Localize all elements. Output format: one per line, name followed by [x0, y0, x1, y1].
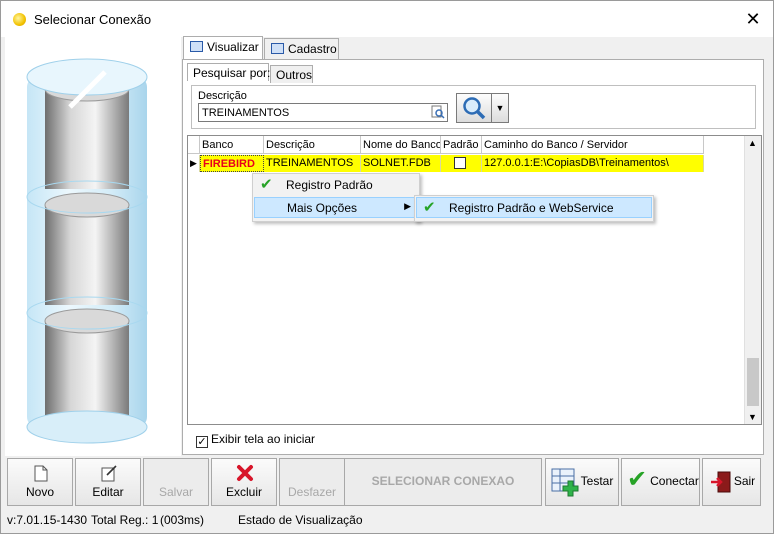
- novo-button[interactable]: Novo: [7, 458, 73, 506]
- cell-padrao[interactable]: [441, 155, 482, 172]
- app-icon: [13, 13, 26, 26]
- cell-nome-banco[interactable]: SOLNET.FDB: [361, 155, 441, 172]
- button-label: Editar: [92, 485, 124, 499]
- context-menu: ✔ Registro Padrão Mais Opções ▶: [252, 173, 420, 222]
- chevron-down-icon: ▼: [495, 103, 505, 113]
- button-label: Desfazer: [287, 485, 337, 499]
- desfazer-button[interactable]: Desfazer: [279, 458, 345, 506]
- salvar-button[interactable]: Salvar: [143, 458, 209, 506]
- checkmark-icon: ✔: [260, 176, 273, 193]
- column-header-banco[interactable]: Banco: [200, 136, 264, 154]
- tab-label: Visualizar: [207, 40, 259, 54]
- menu-item-mais-opcoes[interactable]: Mais Opções ▶: [254, 197, 418, 218]
- new-document-icon: [34, 465, 48, 482]
- show-on-start-option[interactable]: ✓ Exibir tela ao iniciar: [196, 432, 315, 448]
- menu-item-registro-padrao[interactable]: ✔ Registro Padrão: [254, 175, 418, 196]
- tab-cadastro[interactable]: Cadastro: [264, 38, 339, 60]
- sair-button[interactable]: Sair: [702, 458, 761, 506]
- bottom-toolbar: Novo Editar Salvar Excluir Desfazer SELE…: [5, 458, 771, 508]
- column-header-descricao[interactable]: Descrição: [264, 136, 361, 154]
- window-icon: [271, 43, 284, 54]
- subtab-pesquisar[interactable]: Pesquisar por:: [187, 63, 270, 81]
- menu-item-label: Mais Opções: [287, 201, 358, 215]
- show-on-start-label: Exibir tela ao iniciar: [211, 432, 316, 446]
- excluir-button[interactable]: Excluir: [211, 458, 277, 506]
- scroll-down-icon[interactable]: ▼: [748, 412, 757, 422]
- selecionar-conexao-button[interactable]: SELECIONAR CONEXAO: [344, 458, 542, 506]
- total-records-text: Total Reg.: 1: [91, 513, 159, 527]
- button-label: Sair: [733, 474, 756, 488]
- button-label: SELECIONAR CONEXAO: [371, 474, 515, 488]
- conectar-button[interactable]: ✔ Conectar: [621, 458, 700, 506]
- state-text: Estado de Visualização: [238, 513, 363, 527]
- editar-button[interactable]: Editar: [75, 458, 141, 506]
- dialog-window: Selecionar Conexão ✕ Visualizar Cadastro…: [0, 0, 774, 534]
- status-bar: v:7.01.15-1430 Total Reg.: 1 (003ms) Est…: [5, 510, 771, 530]
- cell-banco[interactable]: FIREBIRD: [200, 155, 264, 172]
- scroll-up-icon[interactable]: ▲: [748, 138, 757, 148]
- menu-item-label: Registro Padrão e WebService: [449, 201, 614, 215]
- title-bar: Selecionar Conexão ✕: [1, 1, 773, 37]
- show-on-start-checkbox[interactable]: ✓: [196, 436, 208, 448]
- chevron-right-icon: ▶: [404, 201, 411, 211]
- window-icon: [190, 41, 203, 52]
- column-header-nome-banco[interactable]: Nome do Banco: [361, 136, 441, 154]
- cell-descricao[interactable]: TREINAMENTOS: [264, 155, 361, 172]
- button-label: Conectar: [650, 474, 699, 488]
- tab-visualizar[interactable]: Visualizar: [183, 36, 263, 60]
- search-field-icon[interactable]: [431, 105, 445, 119]
- row-indicator-header: [188, 136, 200, 154]
- checkmark-icon: ✔: [423, 199, 436, 216]
- scroll-thumb[interactable]: [747, 358, 759, 406]
- description-label: Descrição: [198, 90, 247, 102]
- menu-item-label: Registro Padrão: [286, 178, 373, 192]
- tab-label: Cadastro: [288, 42, 337, 56]
- close-button[interactable]: ✕: [739, 5, 767, 33]
- menu-item-registro-padrao-webservice[interactable]: ✔ Registro Padrão e WebService: [416, 197, 652, 218]
- button-label: Testar: [580, 474, 614, 488]
- padrao-checkbox[interactable]: [453, 157, 466, 169]
- database-stack-icon: [26, 58, 148, 444]
- button-label: Novo: [25, 485, 54, 499]
- query-time-text: (003ms): [160, 513, 205, 527]
- button-label: Excluir: [225, 485, 262, 499]
- cell-caminho[interactable]: 127.0.0.1:E:\CopiasDB\Treinamentos\: [482, 155, 704, 172]
- window-title: Selecionar Conexão: [34, 12, 152, 27]
- vertical-scrollbar[interactable]: ▲ ▼: [744, 136, 761, 424]
- context-submenu: ✔ Registro Padrão e WebService: [414, 195, 654, 222]
- testar-button[interactable]: Testar: [545, 458, 619, 506]
- delete-x-icon: [237, 465, 253, 481]
- row-indicator-icon: ▶: [188, 155, 200, 172]
- version-text: v:7.01.15-1430: [7, 513, 88, 527]
- database-illustration: [5, 37, 181, 456]
- magnifier-icon: [463, 97, 486, 120]
- search-options-dropdown[interactable]: ▼: [492, 93, 509, 123]
- column-header-caminho[interactable]: Caminho do Banco / Servidor: [482, 136, 704, 154]
- column-header-padrao[interactable]: Padrão: [441, 136, 482, 154]
- edit-icon: [101, 465, 117, 482]
- check-icon: ✔: [627, 466, 648, 493]
- search-button[interactable]: [456, 93, 492, 123]
- button-label: Salvar: [158, 485, 193, 499]
- subtab-outros[interactable]: Outros: [270, 65, 313, 83]
- description-input[interactable]: [198, 103, 448, 122]
